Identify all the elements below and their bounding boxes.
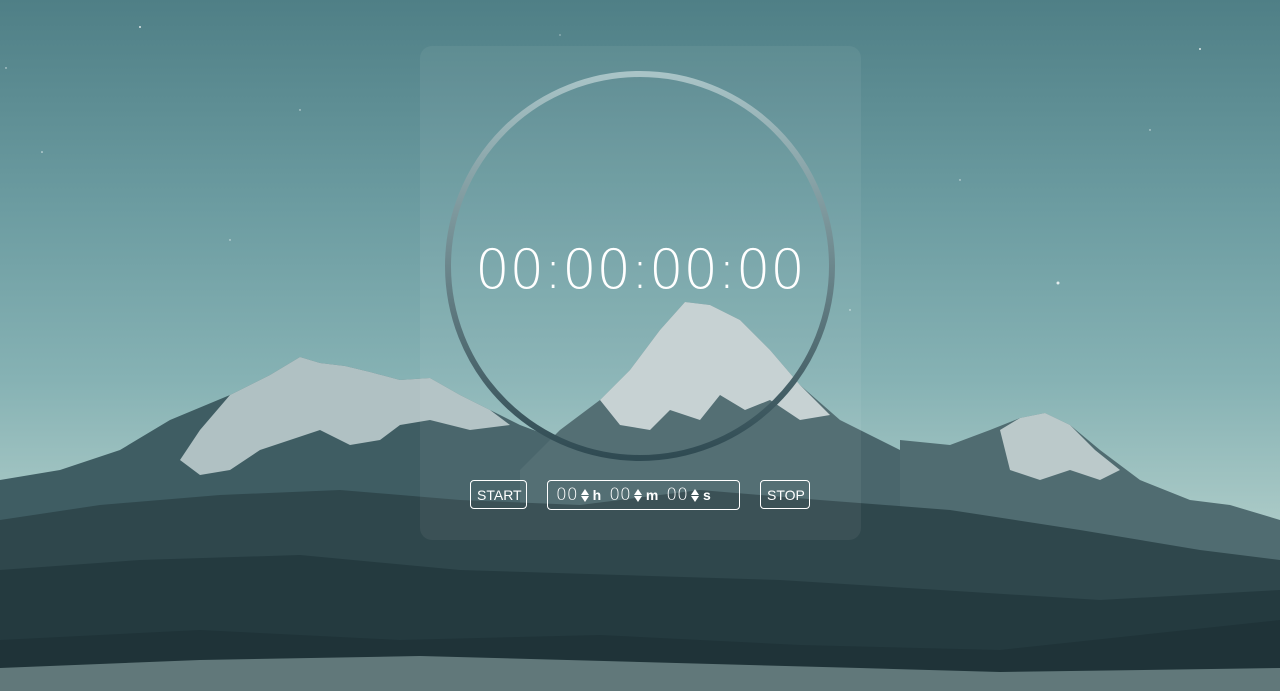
start-button[interactable]: START xyxy=(470,480,527,509)
duration-input-group: 00 h 00 m 00 s xyxy=(547,480,740,510)
timer-app: 00:00:00:00 START 00 h 00 m 00 s STOP xyxy=(0,0,1280,691)
timer-display: 00:00:00:00 xyxy=(475,238,805,301)
seconds-stepper[interactable] xyxy=(690,488,700,502)
minutes-unit-label: m xyxy=(645,487,659,503)
decrement-arrow-icon[interactable] xyxy=(690,495,699,502)
minutes-input[interactable]: 00 xyxy=(609,485,631,505)
increment-arrow-icon[interactable] xyxy=(580,488,589,495)
progress-ring xyxy=(445,71,835,461)
seconds-field: 00 s xyxy=(666,485,710,505)
minutes-field: 00 m xyxy=(609,485,658,505)
increment-arrow-icon[interactable] xyxy=(690,488,699,495)
decrement-arrow-icon[interactable] xyxy=(633,495,642,502)
hours-input[interactable]: 00 xyxy=(556,485,578,505)
hours-stepper[interactable] xyxy=(580,488,590,502)
minutes-stepper[interactable] xyxy=(633,488,643,502)
hours-field: 00 h xyxy=(556,485,601,505)
increment-arrow-icon[interactable] xyxy=(633,488,642,495)
seconds-unit-label: s xyxy=(702,487,711,503)
stop-button[interactable]: STOP xyxy=(760,480,810,509)
decrement-arrow-icon[interactable] xyxy=(580,495,589,502)
seconds-input[interactable]: 00 xyxy=(666,485,688,505)
hours-unit-label: h xyxy=(592,487,602,503)
